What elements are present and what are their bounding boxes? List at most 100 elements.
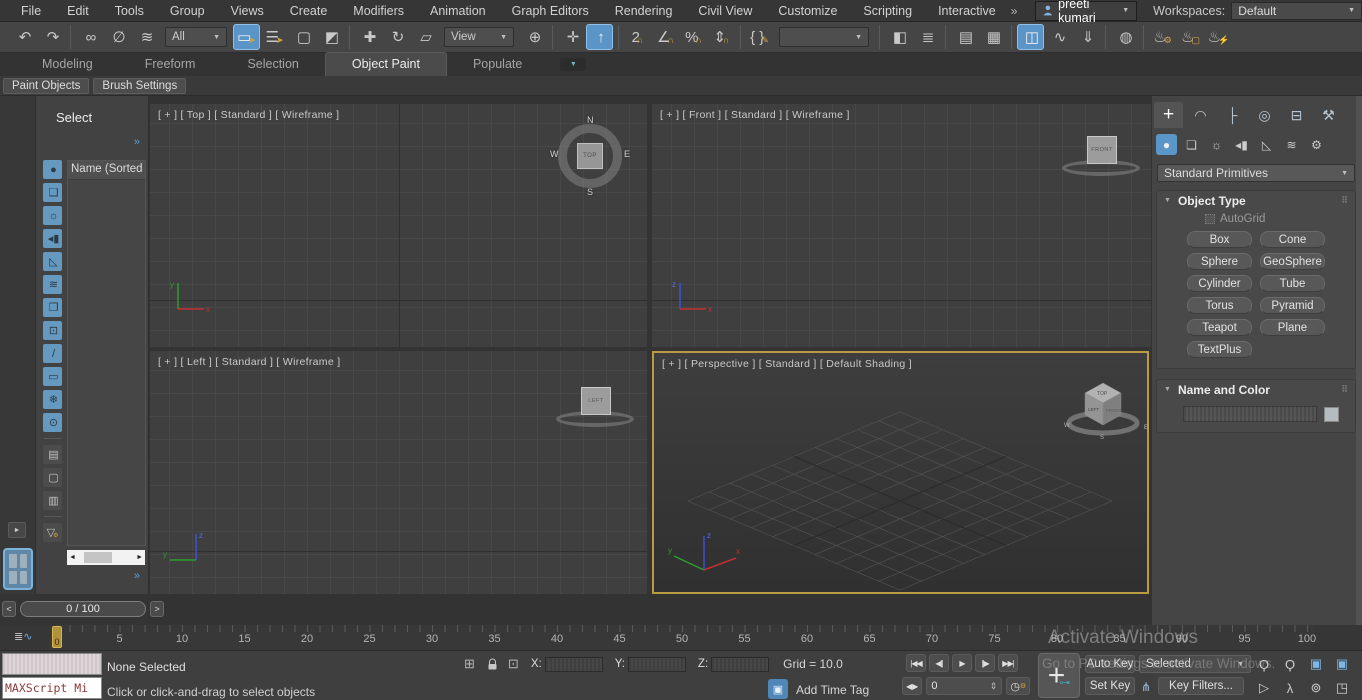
- isolate-selection-icon[interactable]: ▣: [768, 679, 788, 699]
- previous-frame-arrow[interactable]: <: [2, 601, 16, 617]
- time-slider-handle[interactable]: 0: [52, 626, 62, 648]
- zoom-extents-all-icon[interactable]: ▣: [1330, 653, 1354, 675]
- viewport-top-label[interactable]: [ + ] [ Top ] [ Standard ] [ Wireframe ]: [158, 109, 339, 121]
- menu-item[interactable]: Create: [277, 4, 341, 18]
- ribbon-tab-object-paint[interactable]: Object Paint: [324, 52, 447, 76]
- ribbon-tab-modeling[interactable]: Modeling: [16, 53, 119, 76]
- display-containers-icon[interactable]: ⊡: [43, 321, 62, 340]
- previous-frame-button[interactable]: ◀||: [929, 654, 949, 672]
- y-coord-field[interactable]: [627, 656, 686, 672]
- add-time-tag[interactable]: Add Time Tag: [796, 683, 869, 697]
- display-geometry-icon[interactable]: ●: [43, 160, 62, 179]
- named-selection-select[interactable]: ▼: [779, 27, 869, 47]
- scene-explorer-list[interactable]: Name (Sorted A: [67, 160, 146, 546]
- frame-counter[interactable]: 0 / 100: [20, 601, 146, 617]
- category-systems-icon[interactable]: ⚙: [1306, 134, 1327, 155]
- object-type-button[interactable]: Torus: [1187, 297, 1252, 314]
- toggle-scene-explorer-icon[interactable]: ▤: [951, 24, 978, 50]
- ribbon-options-dropdown[interactable]: ▼: [560, 58, 587, 71]
- go-to-end-button[interactable]: ▶▶|: [998, 654, 1018, 672]
- menu-item[interactable]: Animation: [417, 4, 499, 18]
- z-coord-field[interactable]: [711, 656, 770, 672]
- primitive-category-select[interactable]: Standard Primitives ▼: [1157, 164, 1355, 182]
- menu-item[interactable]: Customize: [765, 4, 850, 18]
- viewcube-perspective[interactable]: TOP LEFT FRONT W S E: [1062, 375, 1149, 441]
- use-pivot-point-icon[interactable]: ⊕: [520, 24, 547, 50]
- filter-icon[interactable]: ▽ ⚙: [43, 523, 62, 542]
- select-by-name-icon[interactable]: ☰ ➤: [261, 24, 288, 50]
- object-type-rollout-header[interactable]: ▼ Object Type ⠿: [1157, 191, 1355, 210]
- tab-motion[interactable]: ◎: [1250, 102, 1279, 128]
- menu-item[interactable]: Civil View: [685, 4, 765, 18]
- render-setup-icon[interactable]: ♨ ⚙: [1149, 24, 1176, 50]
- set-key-button[interactable]: Set Key: [1085, 677, 1135, 695]
- object-type-button[interactable]: Cone: [1260, 231, 1325, 248]
- object-type-button[interactable]: Teapot: [1187, 319, 1252, 336]
- select-and-scale-icon[interactable]: ▱: [411, 24, 438, 50]
- viewport-layout-tabs-icon[interactable]: [3, 548, 33, 590]
- tab-hierarchy[interactable]: ├: [1218, 102, 1247, 128]
- mini-curve-editor-icon[interactable]: ≣∿: [14, 630, 32, 643]
- next-frame-button[interactable]: ||▶: [975, 654, 995, 672]
- viewport-perspective-label[interactable]: [ + ] [ Perspective ] [ Standard ] [ Def…: [662, 358, 912, 370]
- go-to-start-button[interactable]: |◀◀: [906, 654, 926, 672]
- select-object-icon[interactable]: ▭ ➤: [233, 24, 260, 50]
- scroll-right-icon[interactable]: ►: [136, 554, 143, 561]
- bind-to-space-warp-icon[interactable]: ≋: [132, 24, 159, 50]
- property-sheet-icon[interactable]: ▥: [43, 491, 62, 510]
- set-keys-button[interactable]: + ⊶: [1038, 653, 1080, 698]
- display-spacewarps-icon[interactable]: ≋: [43, 275, 62, 294]
- display-helpers-icon[interactable]: ◺: [43, 252, 62, 271]
- tab-create[interactable]: +: [1154, 102, 1183, 128]
- panel-tab-paint-objects[interactable]: Paint Objects: [3, 78, 90, 94]
- material-editor-icon[interactable]: ◍: [1111, 24, 1138, 50]
- curve-editor-icon[interactable]: ∿: [1045, 24, 1072, 50]
- zoom-icon[interactable]: Ϙ: [1252, 653, 1276, 675]
- ribbon-tab-selection[interactable]: Selection: [221, 53, 324, 76]
- menu-item[interactable]: File: [8, 4, 54, 18]
- category-lights-icon[interactable]: ☼: [1206, 134, 1227, 155]
- align-icon[interactable]: ≣: [913, 24, 940, 50]
- menu-item[interactable]: Rendering: [602, 4, 686, 18]
- rectangular-selection-region-icon[interactable]: ▢: [289, 24, 316, 50]
- object-type-button[interactable]: Sphere: [1187, 253, 1252, 270]
- named-selection-sets-icon[interactable]: { } ✎: [746, 24, 773, 50]
- viewport-left-label[interactable]: [ + ] [ Left ] [ Standard ] [ Wireframe …: [158, 356, 340, 368]
- select-and-move-icon[interactable]: ✚: [355, 24, 382, 50]
- absolute-mode-toggle-icon[interactable]: ⊡: [508, 656, 519, 672]
- object-name-field[interactable]: [1183, 406, 1317, 422]
- display-bones-icon[interactable]: /: [43, 344, 62, 363]
- explorer-horizontal-scrollbar[interactable]: ◄ ►: [67, 550, 145, 565]
- auto-key-button[interactable]: Auto Key: [1085, 655, 1135, 673]
- x-coord-field[interactable]: [544, 656, 603, 672]
- maxscript-mini-listener[interactable]: MAXScript Mi: [2, 677, 102, 699]
- display-hidden-icon[interactable]: ⊙: [43, 413, 62, 432]
- ribbon-tab-freeform[interactable]: Freeform: [119, 53, 222, 76]
- key-filters-button[interactable]: Key Filters...: [1158, 677, 1244, 695]
- redo-icon[interactable]: ↷: [38, 24, 65, 50]
- select-and-manipulate-icon[interactable]: ✛: [558, 24, 585, 50]
- object-color-swatch[interactable]: [1324, 406, 1339, 422]
- viewcube-left[interactable]: LEFT: [554, 385, 638, 433]
- field-of-view-icon[interactable]: ▷: [1252, 677, 1276, 699]
- select-and-link-icon[interactable]: ∞: [76, 24, 103, 50]
- user-account-button[interactable]: preeti kumari ▼: [1035, 0, 1138, 25]
- schematic-view-icon[interactable]: ⇓: [1073, 24, 1100, 50]
- lock-cell-editing-icon[interactable]: ▤: [43, 445, 62, 464]
- display-particles-icon[interactable]: ❄: [43, 390, 62, 409]
- spinner-snap-icon[interactable]: ⇕ ∩: [708, 24, 735, 50]
- snap-toggle-2d-icon[interactable]: 2 ∩: [624, 24, 651, 50]
- next-frame-arrow[interactable]: >: [150, 601, 164, 617]
- category-helpers-icon[interactable]: ◺: [1256, 134, 1277, 155]
- orbit-icon[interactable]: ⊚: [1304, 677, 1328, 699]
- menu-item[interactable]: Modifiers: [340, 4, 417, 18]
- autogrid-checkbox[interactable]: [1205, 214, 1215, 224]
- key-mode-toggle-icon[interactable]: ◀▶: [902, 677, 923, 695]
- selection-set-select[interactable]: Selected ▼: [1139, 655, 1251, 673]
- angle-snap-icon[interactable]: ∠ ∩: [652, 24, 679, 50]
- panel-scrollbar[interactable]: [1356, 96, 1362, 625]
- sync-selection-icon[interactable]: ▢: [43, 468, 62, 487]
- scroll-left-icon[interactable]: ◄: [69, 554, 76, 561]
- object-type-button[interactable]: GeoSphere: [1260, 253, 1325, 270]
- play-button[interactable]: ▶: [952, 654, 972, 672]
